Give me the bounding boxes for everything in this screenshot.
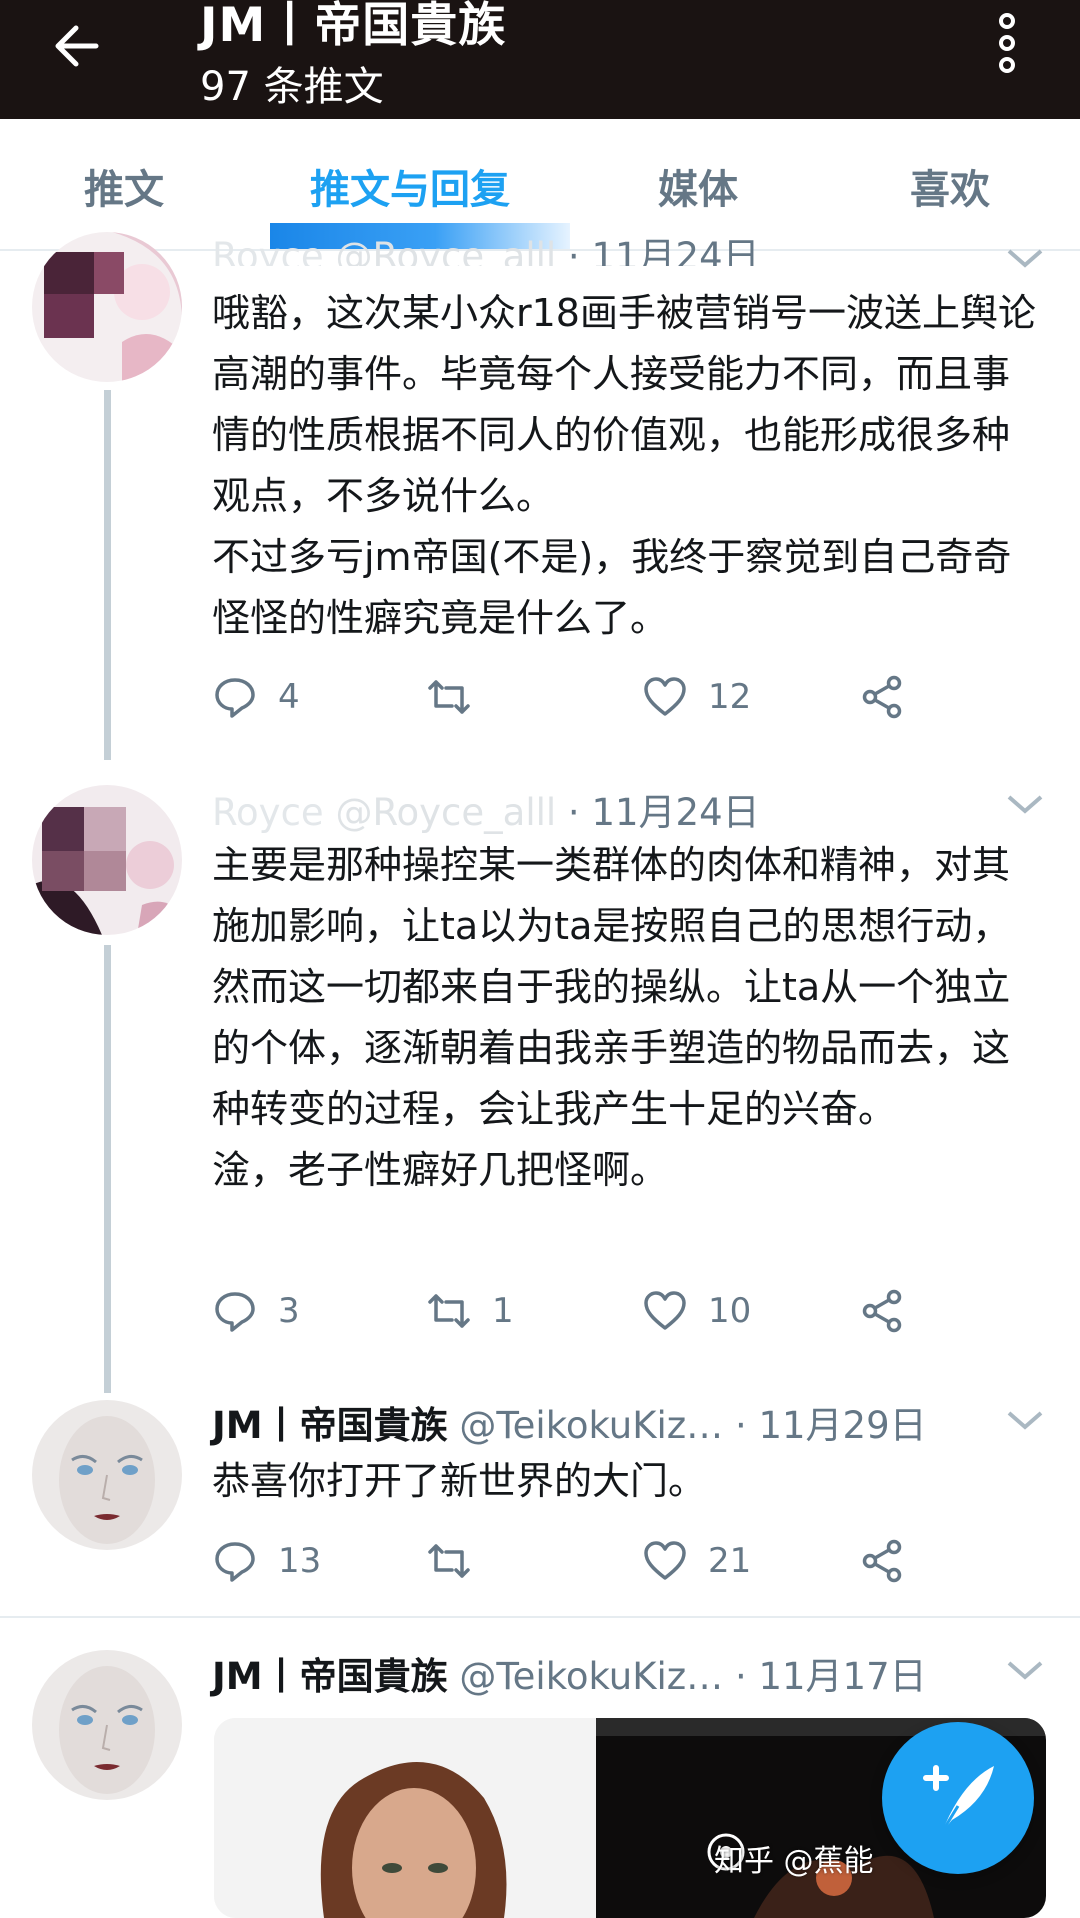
reply-button[interactable]: 3 [212,1286,300,1336]
retweet-icon [428,680,470,714]
watermark-text: 知乎 @蕉能 [714,1844,874,1879]
thread-line [104,945,111,1393]
tweet-date: 11月24日 [591,235,760,266]
retweet-icon [428,1544,470,1578]
like-icon [644,1541,686,1580]
tweet-header: JM丨帝国貴族 @TeikokuKiz… · 11月17日 [212,1646,927,1700]
profile-title: JM丨帝国貴族 [200,0,507,53]
retweet-icon [428,1294,470,1328]
reply-button[interactable]: 4 [212,672,300,722]
chevron-down-icon[interactable] [1005,246,1045,270]
like-button[interactable]: 21 [642,1536,751,1586]
reply-icon [215,1292,255,1332]
reply-icon [215,1542,255,1582]
tweet-actions: 13 21 [212,1536,1012,1586]
display-name[interactable]: Royce [212,791,324,834]
tweet-paragraph: 恭喜你打开了新世界的大门。 [212,1459,707,1503]
tweet-text: 主要是那种操控某一类群体的肉体和精神，对其施加影响，让ta以为ta是按照自己的思… [212,835,1042,1201]
like-count: 12 [708,677,752,717]
chevron-down-icon[interactable] [1005,1408,1045,1432]
tweet-date: 11月24日 [591,791,760,834]
display-name[interactable]: JM丨帝国貴族 [212,1655,448,1698]
share-button[interactable] [860,1286,906,1336]
back-arrow-icon[interactable] [48,16,108,76]
share-button[interactable] [860,1536,906,1586]
avatar-image [32,1400,182,1550]
chevron-down-icon[interactable] [1005,792,1045,816]
user-handle: @Royce_alll [335,235,557,266]
tweet-actions: 3 1 10 [212,1286,1012,1336]
retweet-button[interactable] [426,1536,492,1586]
avatar[interactable] [32,785,182,935]
like-icon [644,1291,686,1330]
thread-line [104,390,111,760]
share-icon [862,675,902,719]
share-button[interactable] [860,672,906,722]
reply-icon [215,678,255,718]
top-bar: JM丨帝国貴族 97 条推文 [0,0,1080,119]
avatar-image [32,785,182,935]
share-icon [862,1289,902,1333]
tweet-count: 97 条推文 [200,64,384,110]
more-vertical-icon[interactable] [992,12,1022,74]
tweet-text: 哦豁，这次某小众r18画手被营销号一波送上舆论高潮的事件。毕竟每个人接受能力不同… [212,283,1042,649]
user-handle: @TeikokuKiz… [459,1404,724,1447]
like-count: 10 [708,1291,752,1331]
avatar[interactable] [32,1400,182,1550]
like-button[interactable]: 10 [642,1286,751,1336]
chevron-down-icon[interactable] [1005,1658,1045,1682]
tweet-actions: 4 12 [212,672,1012,722]
tweet-paragraph: 主要是那种操控某一类群体的肉体和精神，对其施加影响，让ta以为ta是按照自己的思… [212,843,1011,1131]
retweet-count: 1 [492,1291,514,1331]
display-name[interactable]: Royce [212,235,324,266]
compose-icon [923,1765,994,1833]
retweet-button[interactable]: 1 [426,1286,514,1336]
retweet-button[interactable] [426,672,492,722]
reply-count: 4 [278,677,300,717]
tab-likes[interactable]: 喜欢 [910,157,990,215]
share-icon [862,1539,902,1583]
like-button[interactable]: 12 [642,672,751,722]
avatar-image [32,232,182,382]
separator-dot: · [734,1404,759,1447]
like-count: 21 [708,1541,752,1581]
separator-dot: · [567,235,592,266]
tweet-paragraph: 淦，老子性癖好几把怪啊。 [212,1148,669,1192]
tweet-paragraph: 不过多亏jm帝国(不是)，我终于察觉到自己奇奇怪怪的性癖究竟是什么了。 [212,535,1012,640]
avatar-image [32,1650,182,1800]
reply-count: 3 [278,1291,300,1331]
reply-count: 13 [278,1541,322,1581]
like-icon [644,677,686,716]
tab-media[interactable]: 媒体 [658,157,738,215]
tweet-header: JM丨帝国貴族 @TeikokuKiz… · 11月29日 [212,1395,927,1449]
avatar[interactable] [32,232,182,382]
display-name[interactable]: JM丨帝国貴族 [212,1404,448,1447]
reply-button[interactable]: 13 [212,1536,321,1586]
tab-tweets[interactable]: 推文 [84,157,164,215]
compose-button[interactable] [882,1722,1034,1874]
user-handle: @Royce_alll [335,791,557,834]
tweet-date: 11月29日 [758,1404,927,1447]
tweet-header: Royce @Royce_alll · 11月24日 [212,782,760,836]
separator-dot: · [567,791,592,834]
tweet-text: 恭喜你打开了新世界的大门。 [212,1451,1042,1512]
tweet-date: 11月17日 [758,1655,927,1698]
tweet-divider [0,1616,1080,1618]
tab-tweets-and-replies[interactable]: 推文与回复 [310,157,510,215]
separator-dot: · [734,1655,759,1698]
tweet-paragraph: 哦豁，这次某小众r18画手被营销号一波送上舆论高潮的事件。毕竟每个人接受能力不同… [212,291,1036,518]
avatar[interactable] [32,1650,182,1800]
user-handle: @TeikokuKiz… [459,1655,724,1698]
tweet-header: Royce @Royce_alll · 11月24日 [212,226,760,266]
